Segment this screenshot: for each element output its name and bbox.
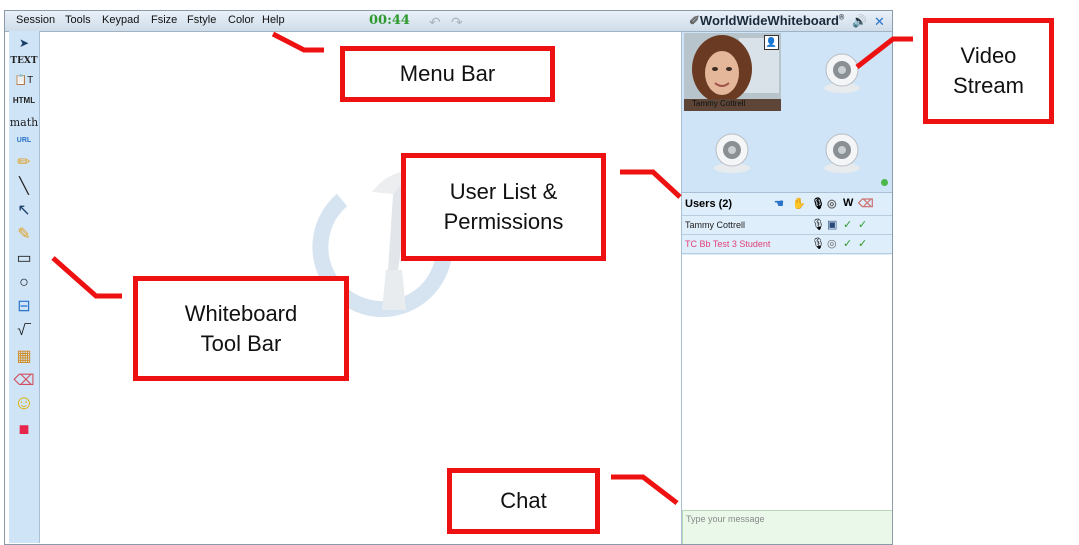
video-feed-main[interactable]: Tammy Cottrell 👤 <box>684 33 781 111</box>
pencil-icon[interactable]: ✏ <box>9 155 39 171</box>
webcam-slot-icon[interactable] <box>820 50 864 94</box>
microphone-icon[interactable]: 🎙 <box>811 237 825 250</box>
whiteboard-toolbar: ➤ TEXT 📋T HTML math URL ✏ ╲ ↖ ✎ ▭ ○ ⊟ √‾… <box>9 31 40 543</box>
menu-fstyle[interactable]: Fstyle <box>187 14 216 26</box>
chat-callout: Chat <box>447 468 600 534</box>
brand-name: WorldWideWhiteboard <box>699 13 839 28</box>
user-list-header: Users (2) ☚ ✋ 🎙 ◎ W ⌫ <box>682 193 892 216</box>
arrow-tool-icon[interactable]: ↖ <box>9 203 39 219</box>
ellipse-tool-icon[interactable]: ○ <box>9 275 39 291</box>
url-tool-icon[interactable]: URL <box>9 133 39 149</box>
sqrt-tool-icon[interactable]: √‾ <box>9 323 39 339</box>
insert-image-icon[interactable]: ▦ <box>9 349 39 365</box>
audio-icon[interactable]: 🔊 <box>852 14 867 28</box>
brand-mark-icon: ✐ <box>689 13 700 28</box>
users-count-label: Users (2) <box>685 198 733 210</box>
cursor-permission-icon[interactable]: ☚ <box>774 197 784 210</box>
whiteboard-check-icon[interactable]: ✓ <box>843 237 852 250</box>
html-tool-icon[interactable]: HTML <box>9 93 39 109</box>
brand-logo: ✐WorldWideWhiteboard® <box>689 13 844 29</box>
user-list-table: Users (2) ☚ ✋ 🎙 ◎ W ⌫ Tammy Cottrell 🎙 ▣… <box>682 192 892 256</box>
menu-help[interactable]: Help <box>262 14 285 26</box>
chat-input[interactable]: Type your message <box>682 510 892 544</box>
eraser-check-icon[interactable]: ✓ <box>858 218 867 231</box>
webcam-slot-icon[interactable] <box>710 130 754 174</box>
highlighter-icon[interactable]: ✎ <box>9 227 39 243</box>
smiley-icon[interactable]: ☺ <box>9 393 39 413</box>
whiteboard-toolbar-callout: Whiteboard Tool Bar <box>133 276 349 381</box>
whiteboard-check-icon[interactable]: ✓ <box>843 218 852 231</box>
video-stream-area: Tammy Cottrell 👤 <box>682 32 892 192</box>
paste-text-icon[interactable]: 📋T <box>9 73 39 89</box>
video-icon[interactable]: ▣ <box>827 218 837 231</box>
video-caption: Tammy Cottrell <box>692 99 746 108</box>
status-online-icon <box>881 179 888 186</box>
text-tool-icon[interactable]: TEXT <box>9 53 39 69</box>
line-tool-icon[interactable]: ╲ <box>9 179 39 195</box>
chat-placeholder: Type your message <box>686 514 765 524</box>
user-row[interactable]: Tammy Cottrell 🎙 ▣ ✓ ✓ <box>682 216 892 235</box>
math-tool-icon[interactable]: math <box>9 115 39 131</box>
redo-icon[interactable]: ↷ <box>451 14 463 31</box>
eraser-check-icon[interactable]: ✓ <box>858 237 867 250</box>
rectangle-tool-icon[interactable]: ▭ <box>9 251 39 267</box>
pointer-icon[interactable]: ➤ <box>9 35 39 51</box>
session-timer: 00:44 <box>369 13 410 28</box>
brand-trademark: ® <box>838 14 845 22</box>
hand-raise-icon[interactable]: ✋ <box>792 197 806 210</box>
menu-color[interactable]: Color <box>228 14 254 26</box>
menu-tools[interactable]: Tools <box>65 14 91 26</box>
menu-fsize[interactable]: Fsize <box>151 14 177 26</box>
user-name: TC Bb Test 3 Student <box>685 239 771 249</box>
whiteboard-permission-icon[interactable]: W <box>843 197 853 209</box>
eraser-permission-icon[interactable]: ⌫ <box>858 197 874 210</box>
user-list-callout: User List & Permissions <box>401 153 606 261</box>
video-stream-callout: Video Stream <box>923 18 1054 124</box>
user-profile-icon[interactable]: 👤 <box>764 35 779 50</box>
menu-bar: Session Tools Keypad Fsize Fstyle Color … <box>5 11 892 32</box>
close-icon[interactable]: ✕ <box>874 14 885 30</box>
eraser-icon[interactable]: ⌫ <box>9 373 39 389</box>
user-name: Tammy Cottrell <box>685 220 746 230</box>
microphone-icon[interactable]: 🎙 <box>811 218 825 231</box>
microphone-icon[interactable]: 🎙 <box>811 197 825 210</box>
right-side-panel: Tammy Cottrell 👤 Users (2) ☚ ✋ 🎙 ◎ W ⌫ T… <box>681 32 892 544</box>
align-tool-icon[interactable]: ⊟ <box>9 299 39 315</box>
color-picker-icon[interactable]: ■ <box>9 420 39 438</box>
user-row[interactable]: TC Bb Test 3 Student 🎙 ◎ ✓ ✓ <box>682 235 892 254</box>
undo-icon[interactable]: ↶ <box>429 14 441 31</box>
webcam-permission-icon[interactable]: ◎ <box>827 197 837 210</box>
chat-message-area[interactable] <box>682 255 892 508</box>
webcam-slot-icon[interactable] <box>820 130 864 174</box>
menu-session[interactable]: Session <box>16 14 55 26</box>
menu-keypad[interactable]: Keypad <box>102 14 139 26</box>
webcam-icon[interactable]: ◎ <box>827 237 837 250</box>
menu-bar-callout: Menu Bar <box>340 46 555 102</box>
